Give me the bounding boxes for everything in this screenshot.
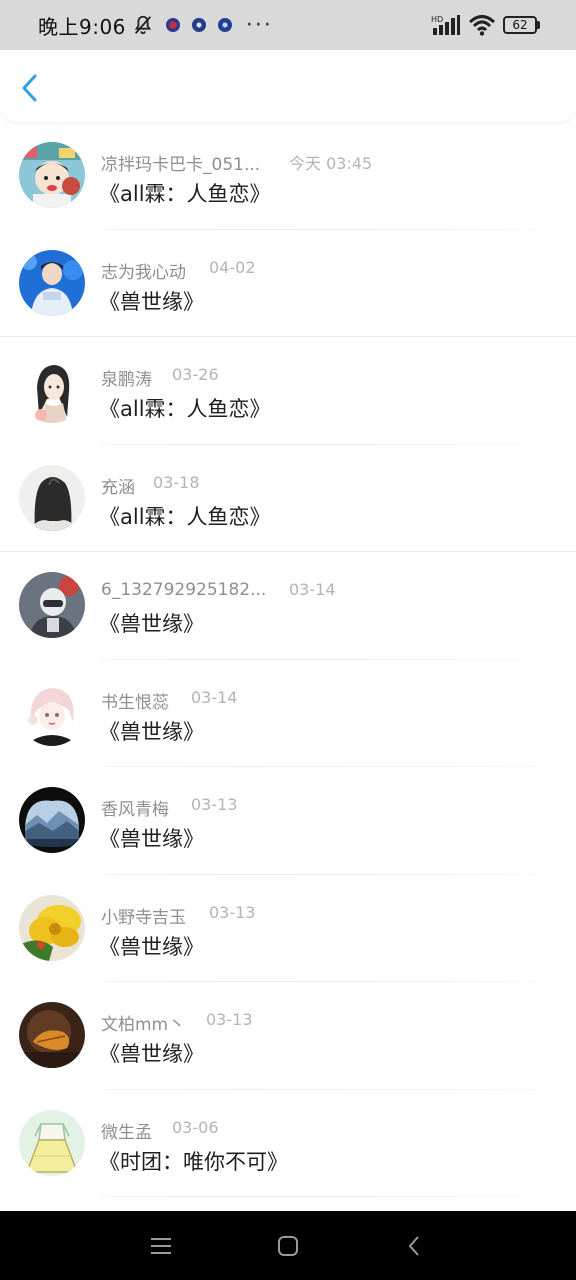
avatar <box>19 249 85 316</box>
sender-name: 香风青梅 <box>101 800 169 820</box>
status-time: 晚上9:06 <box>38 14 126 39</box>
sender-name: 充涵 <box>101 477 135 498</box>
list-item[interactable]: 书生恨蕊 03-14 《兽世缘》 <box>0 660 576 767</box>
mute-bell-icon <box>134 15 152 35</box>
avatar-image <box>19 1002 85 1068</box>
status-bar: 晚上9:06 ··· HD 62 <box>0 0 576 50</box>
list-item[interactable]: 文柏mm丶 03-13 《兽世缘》 <box>0 982 576 1090</box>
message-date: 03-06 <box>172 1117 219 1137</box>
book-title: 《兽世缘》 <box>99 1042 204 1066</box>
wifi-icon <box>469 15 495 36</box>
hd-label: HD <box>431 15 443 24</box>
recent-apps-button[interactable] <box>146 1231 176 1261</box>
system-nav-bar <box>0 1211 576 1280</box>
list-item[interactable]: 微生孟 03-06 《时团：唯你不可》 <box>0 1090 576 1197</box>
avatar <box>19 572 85 638</box>
book-title: 《all霖：人鱼恋》 <box>99 504 271 529</box>
message-date: 03-26 <box>172 365 219 384</box>
battery-icon: 62 <box>503 16 540 34</box>
sender-name: 志为我心动 <box>101 262 186 283</box>
book-title: 《all霖：人鱼恋》 <box>99 397 271 421</box>
message-date: 03-14 <box>289 580 336 599</box>
avatar-image <box>19 464 85 531</box>
message-date: 04-02 <box>209 257 256 277</box>
app-notification-icon <box>165 18 180 32</box>
list-item[interactable]: 充涵 03-18 《all霖：人鱼恋》 <box>0 445 576 552</box>
app-notification-icon <box>191 18 206 32</box>
list-item[interactable]: 6_132792925182... 03-14 《兽世缘》 <box>0 552 576 660</box>
sender-name: 小野寺吉玉 <box>101 907 186 928</box>
message-date: 03-14 <box>191 687 238 707</box>
back-button[interactable] <box>14 72 46 104</box>
avatar-image <box>19 679 85 746</box>
row-divider <box>101 1196 576 1197</box>
back-icon <box>408 1236 419 1256</box>
more-notifications-icon: ··· <box>245 12 273 38</box>
avatar <box>19 357 85 423</box>
sender-name: 泉鹏涛 <box>101 370 152 390</box>
message-date: 03-18 <box>153 472 200 492</box>
sender-name: 书生恨蕊 <box>101 692 169 713</box>
avatar <box>19 894 85 961</box>
chevron-left-icon <box>22 74 37 102</box>
list-item[interactable]: 小野寺吉玉 03-13 《兽世缘》 <box>0 875 576 982</box>
avatar-image <box>19 894 85 961</box>
book-title: 《兽世缘》 <box>99 719 204 744</box>
avatar-image <box>19 357 85 423</box>
message-date: 03-13 <box>209 902 256 922</box>
avatar-image <box>19 142 85 208</box>
avatar-image <box>19 249 85 316</box>
sender-name: 文柏mm丶 <box>101 1015 186 1035</box>
avatar-image <box>19 787 85 853</box>
home-icon <box>278 1236 298 1256</box>
book-title: 《兽世缘》 <box>99 612 204 636</box>
sender-name: 微生孟 <box>101 1122 152 1143</box>
book-title: 《时团：唯你不可》 <box>99 1149 288 1174</box>
avatar <box>19 464 85 531</box>
avatar <box>19 142 85 208</box>
message-date: 03-13 <box>206 1010 253 1029</box>
sender-name: 凉拌玛卡巴卡_051... <box>101 155 261 175</box>
avatar-image <box>19 1109 85 1176</box>
hd-signal-icon: HD <box>431 15 460 35</box>
sender-name: 6_132792925182... <box>101 580 267 600</box>
book-title: 《all霖：人鱼恋》 <box>99 182 271 206</box>
battery-level: 62 <box>512 18 528 32</box>
top-bar <box>0 50 576 122</box>
book-title: 《兽世缘》 <box>99 289 204 314</box>
avatar <box>19 1109 85 1176</box>
app-notification-icon <box>217 18 232 32</box>
system-back-button[interactable] <box>399 1231 429 1261</box>
list-item[interactable]: 香风青梅 03-13 《兽世缘》 <box>0 767 576 875</box>
message-list: 凉拌玛卡巴卡_051... 今天 03:45 《all霖：人鱼恋》 志为我心动 … <box>0 122 576 1197</box>
avatar-image <box>19 572 85 638</box>
list-item[interactable]: 泉鹏涛 03-26 《all霖：人鱼恋》 <box>0 337 576 445</box>
avatar <box>19 1002 85 1068</box>
message-date: 03-13 <box>191 795 238 814</box>
home-button[interactable] <box>273 1231 303 1261</box>
menu-icon <box>151 1238 171 1254</box>
avatar <box>19 679 85 746</box>
book-title: 《兽世缘》 <box>99 934 204 959</box>
avatar <box>19 787 85 853</box>
list-item[interactable]: 凉拌玛卡巴卡_051... 今天 03:45 《all霖：人鱼恋》 <box>0 122 576 230</box>
list-item[interactable]: 志为我心动 04-02 《兽世缘》 <box>0 230 576 337</box>
book-title: 《兽世缘》 <box>99 827 204 851</box>
message-date: 今天 03:45 <box>289 154 373 173</box>
